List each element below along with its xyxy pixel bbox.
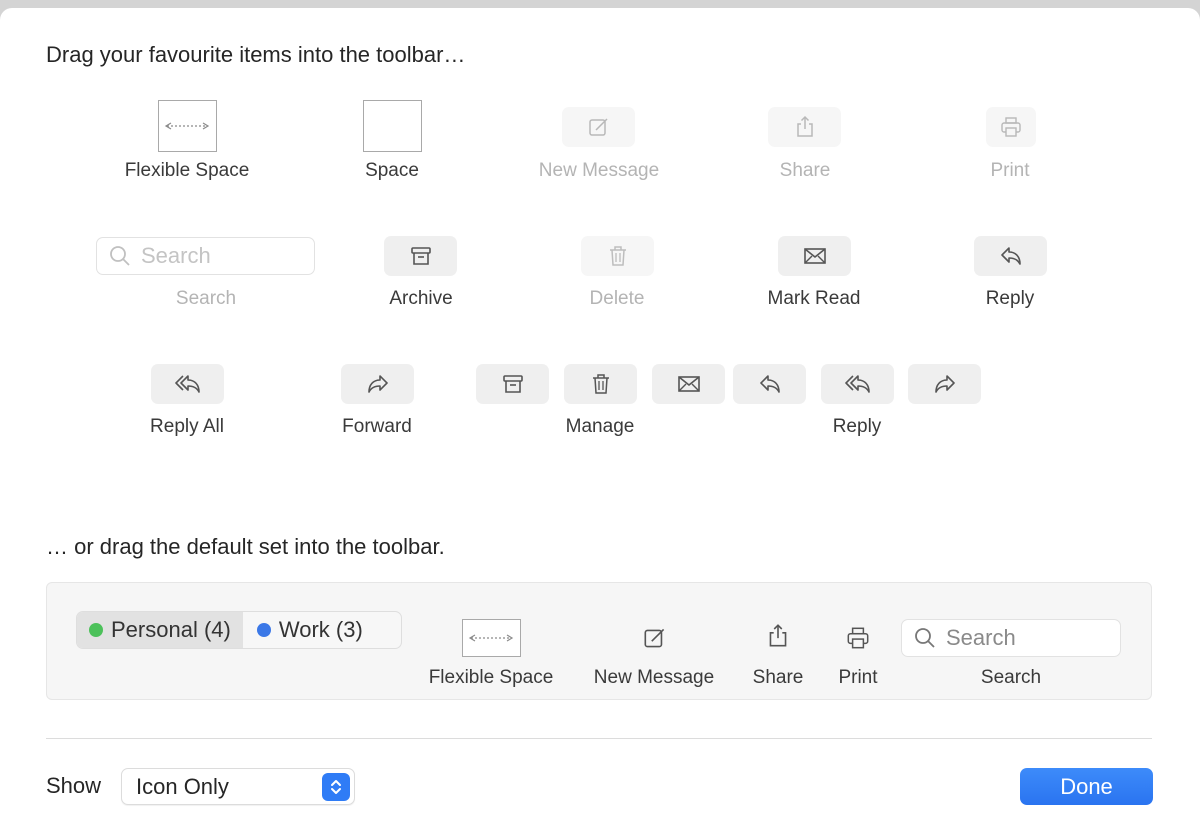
trash-icon [592,374,609,394]
delete-item [581,236,654,276]
forward-icon [934,375,955,393]
envelope-icon [803,248,826,264]
archive-icon [502,375,523,393]
trash-icon [609,246,626,266]
share-label: Share [779,160,831,181]
flexible-space-icon [164,122,210,130]
show-label: Show [46,773,102,798]
show-popup-value: Icon Only [136,774,229,799]
forward-label: Forward [342,416,412,437]
flexible-space-icon [468,634,514,642]
compose-icon [644,628,665,648]
reply-group-reply-all-button[interactable] [821,364,894,404]
default-set-heading: … or drag the default set into the toolb… [46,534,445,559]
forward-item[interactable] [341,364,414,404]
mark-read-item[interactable] [778,236,851,276]
reply-group-reply-button[interactable] [733,364,806,404]
space-item[interactable] [363,100,422,152]
reply-group-forward-button[interactable] [908,364,981,404]
reply-all-icon [174,375,200,393]
reply-label: Reply [985,288,1035,309]
search-label: Search [175,288,237,309]
work-color-dot [256,623,271,637]
done-button[interactable]: Done [1020,768,1153,805]
search-item: Search [96,237,315,275]
default-flexible-space [462,619,521,657]
share-icon [769,624,787,647]
divider [46,738,1152,739]
search-placeholder: Search [141,243,211,268]
mailbox-segmented-control[interactable]: Personal (4) Work (3) [76,611,402,649]
flexible-space-label: Flexible Space [124,160,250,181]
archive-label: Archive [389,288,453,309]
forward-icon [367,375,388,393]
manage-label: Manage [565,416,635,437]
reply-icon [759,375,780,393]
reply-group-label: Reply [832,416,882,437]
default-new-message-label: New Message [593,667,715,688]
personal-color-dot [89,623,103,637]
compose-icon [588,118,608,136]
reply-all-icon [844,375,870,393]
show-popup-button[interactable]: Icon Only [121,768,355,805]
share-item [768,107,841,147]
delete-label: Delete [589,288,645,309]
default-search-placeholder: Search [946,625,1016,650]
print-item [986,107,1036,147]
mailbox-work-label: Work (3) [278,617,363,642]
space-label: Space [365,160,419,181]
manage-archive-button[interactable] [476,364,549,404]
archive-icon [410,247,431,265]
print-label: Print [990,160,1030,181]
print-icon [847,627,869,649]
mailbox-personal-label: Personal (4) [111,617,231,642]
favourites-heading: Drag your favourite items into the toolb… [46,42,466,67]
envelope-icon [677,376,700,392]
mark-read-label: Mark Read [767,288,861,309]
default-share-label: Share [752,667,804,688]
manage-mark-read-button[interactable] [652,364,725,404]
share-icon [796,115,813,137]
reply-icon [1000,247,1021,265]
reply-all-item[interactable] [151,364,224,404]
flexible-space-item[interactable] [158,100,217,152]
print-icon [1001,117,1021,137]
mailbox-personal[interactable]: Personal (4) [77,612,243,648]
archive-item[interactable] [384,236,457,276]
chevron-up-down-icon [322,773,350,801]
new-message-item [562,107,635,147]
new-message-label: New Message [538,160,660,181]
search-icon [110,246,130,266]
manage-delete-button[interactable] [564,364,637,404]
default-flexible-space-label: Flexible Space [428,667,554,688]
search-icon [915,628,935,648]
reply-item[interactable] [974,236,1047,276]
default-search-field: Search [901,619,1121,657]
mailbox-work[interactable]: Work (3) [243,612,363,648]
default-print-label: Print [838,667,878,688]
default-search-label: Search [980,667,1042,688]
reply-all-label: Reply All [150,416,224,437]
